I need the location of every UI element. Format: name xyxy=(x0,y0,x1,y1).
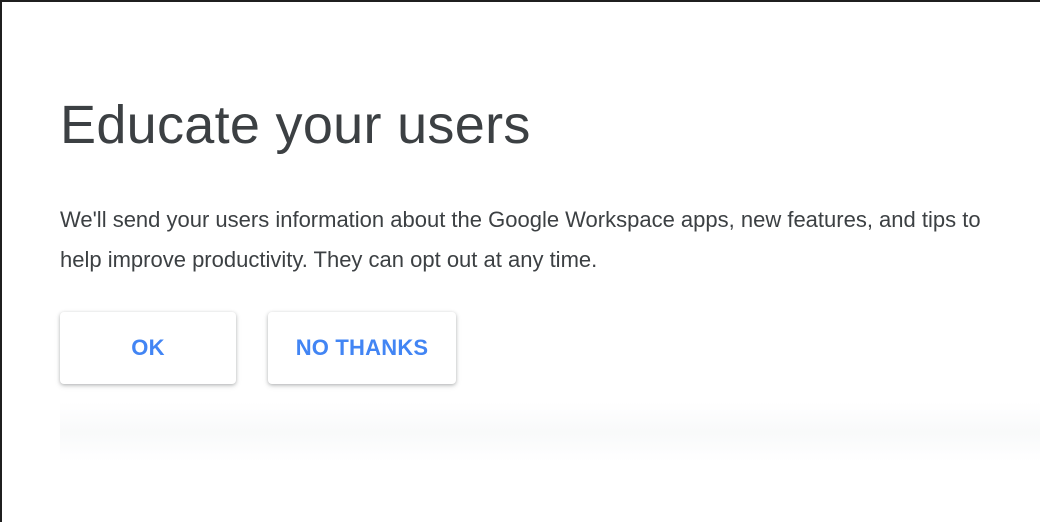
background-fade xyxy=(60,402,1040,462)
no-thanks-button[interactable]: NO THANKS xyxy=(268,312,456,384)
window-frame: Educate your users We'll send your users… xyxy=(0,0,1040,522)
ok-button[interactable]: OK xyxy=(60,312,236,384)
dialog-actions: OK NO THANKS xyxy=(60,312,456,384)
dialog-title: Educate your users xyxy=(60,95,531,155)
dialog-description: We'll send your users information about … xyxy=(60,207,981,272)
